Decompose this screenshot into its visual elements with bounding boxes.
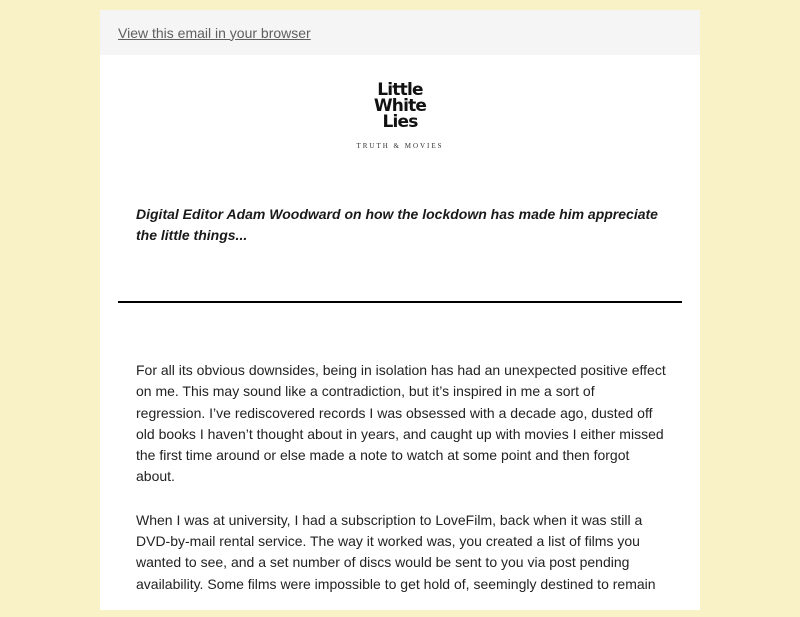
article-body: For all its obvious downsides, being in …: [136, 360, 666, 617]
view-in-browser-link[interactable]: View this email in your browser: [118, 25, 311, 41]
logo-line-3: Lies: [382, 112, 418, 132]
email-header-bar: View this email in your browser: [100, 10, 700, 55]
intro-text: Digital Editor Adam Woodward on how the …: [136, 206, 658, 243]
logo: Little White Lies TRUTH & MOVIES: [100, 82, 700, 151]
body-paragraph-1: For all its obvious downsides, being in …: [136, 362, 666, 485]
section-divider: [118, 301, 682, 303]
logo-tagline: TRUTH & MOVIES: [356, 142, 444, 150]
email-container: View this email in your browser Little W…: [100, 10, 700, 610]
body-paragraph-2: When I was at university, I had a subscr…: [136, 511, 656, 592]
